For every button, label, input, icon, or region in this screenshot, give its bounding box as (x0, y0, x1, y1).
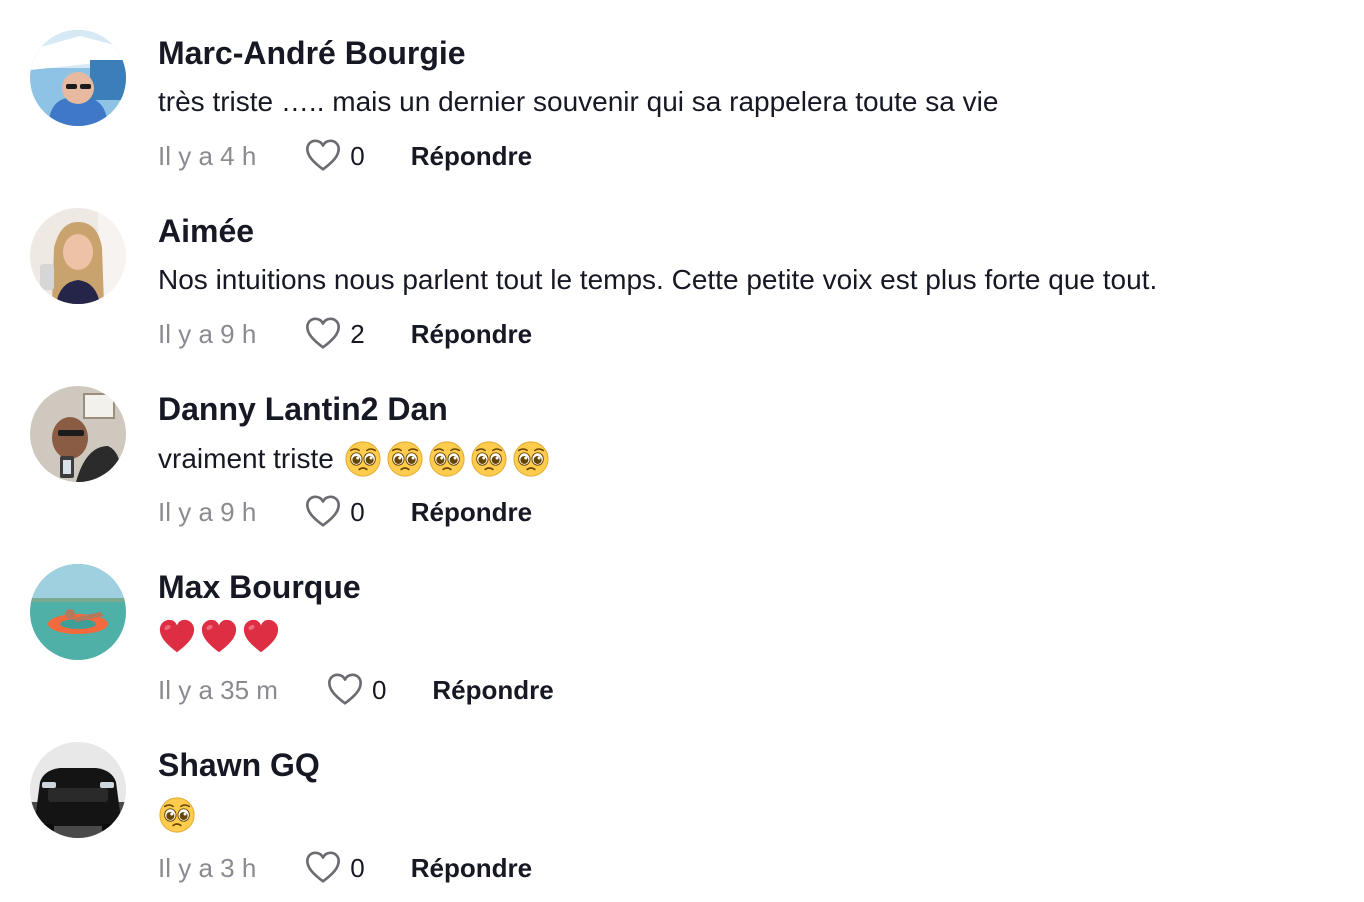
pleading-face-emoji (470, 440, 508, 478)
comment-text: Nos intuitions nous parlent tout le temp… (158, 262, 1157, 298)
comment-timestamp: Il y a 4 h (158, 140, 257, 171)
red-heart-emoji (158, 618, 196, 656)
heart-outline-icon[interactable] (304, 137, 342, 175)
reply-button[interactable]: Répondre (411, 497, 532, 528)
comment-item: Max Bourque Il y a 35 m 0 Répondre (0, 534, 1364, 712)
comment-item: Danny Lantin2 Dan vraiment triste Il y a… (0, 356, 1364, 534)
comment-meta: Il y a 35 m 0 Répondre (158, 672, 554, 708)
avatar[interactable] (30, 208, 126, 304)
like-count: 0 (350, 496, 365, 527)
like-count: 2 (350, 318, 365, 349)
pleading-face-emoji (428, 440, 466, 478)
red-heart-emoji (242, 618, 280, 656)
like-button[interactable]: 0 (304, 137, 365, 175)
comment-meta: Il y a 3 h 0 Répondre (158, 850, 532, 886)
comment-timestamp: Il y a 9 h (158, 496, 257, 527)
avatar[interactable] (30, 30, 126, 126)
comment-text-content: vraiment triste (158, 443, 334, 474)
pleading-face-emoji (344, 440, 382, 478)
comment-item: Marc-André Bourgie très triste ….. mais … (0, 0, 1364, 178)
comment-text-content: Nos intuitions nous parlent tout le temp… (158, 264, 1158, 295)
pleading-face-emoji (512, 440, 550, 478)
comment-text (158, 796, 196, 834)
reply-button[interactable]: Répondre (411, 853, 532, 884)
comment-username[interactable]: Marc-André Bourgie (158, 34, 466, 72)
comment-item: Aimée Nos intuitions nous parlent tout l… (0, 178, 1364, 356)
pleading-face-emoji (386, 440, 424, 478)
pleading-face-emoji (158, 796, 196, 834)
comment-text (158, 618, 280, 656)
comment-text-content: très triste ….. mais un dernier souvenir… (158, 86, 999, 117)
avatar[interactable] (30, 386, 126, 482)
like-button[interactable]: 0 (326, 671, 386, 709)
like-button[interactable]: 2 (304, 315, 365, 353)
heart-outline-icon[interactable] (326, 671, 364, 709)
like-count: 0 (371, 674, 387, 705)
reply-button[interactable]: Répondre (432, 675, 553, 706)
like-count: 0 (350, 140, 365, 171)
heart-outline-icon[interactable] (304, 493, 342, 531)
heart-outline-icon[interactable] (304, 315, 342, 353)
avatar[interactable] (30, 742, 126, 838)
comment-item: Shawn GQ Il y a 3 h 0 Répondre (0, 712, 1364, 890)
comment-text: vraiment triste (158, 440, 550, 478)
comment-timestamp: Il y a 3 h (158, 852, 257, 883)
emoji-row (158, 618, 280, 656)
emoji-row (158, 796, 196, 834)
emoji-row (344, 440, 550, 478)
like-count: 0 (350, 852, 365, 883)
comment-text: très triste ….. mais un dernier souvenir… (158, 84, 998, 120)
reply-button[interactable]: Répondre (411, 141, 532, 172)
comment-meta: Il y a 9 h 2 Répondre (158, 316, 532, 352)
comment-username[interactable]: Shawn GQ (158, 746, 320, 784)
comment-username[interactable]: Max Bourque (158, 568, 361, 606)
comment-username[interactable]: Aimée (158, 212, 254, 250)
reply-button[interactable]: Répondre (411, 319, 532, 350)
like-button[interactable]: 0 (304, 493, 365, 531)
comment-username[interactable]: Danny Lantin2 Dan (158, 390, 448, 428)
heart-outline-icon[interactable] (304, 849, 342, 887)
comment-meta: Il y a 9 h 0 Répondre (158, 494, 532, 530)
red-heart-emoji (200, 618, 238, 656)
comment-timestamp: Il y a 9 h (158, 318, 257, 349)
comment-timestamp: Il y a 35 m (158, 674, 278, 705)
comment-meta: Il y a 4 h 0 Répondre (158, 138, 532, 174)
avatar[interactable] (30, 564, 126, 660)
like-button[interactable]: 0 (304, 849, 365, 887)
